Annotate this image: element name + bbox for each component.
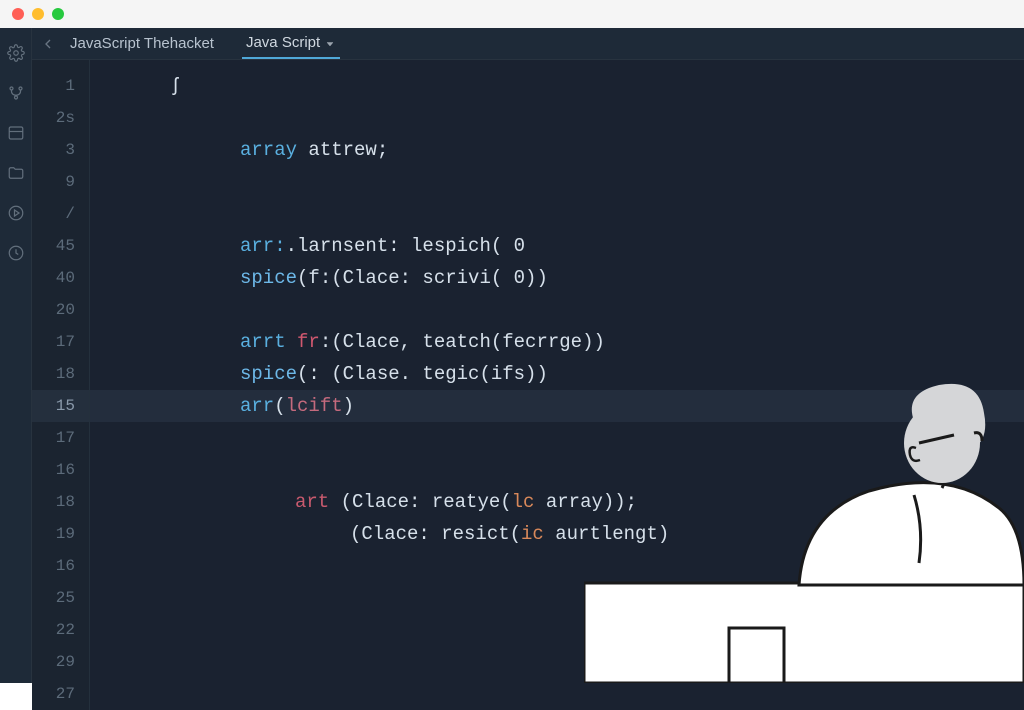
line-number: 20 [32, 294, 89, 326]
code-line[interactable] [90, 422, 1024, 454]
code-line[interactable]: spice(f:(Clace: scrivi( 0)) [90, 262, 1024, 294]
branch-icon[interactable] [7, 84, 25, 102]
code-line[interactable]: spice(: (Clase. tegic(ifs)) [90, 358, 1024, 390]
debug-icon[interactable] [7, 204, 25, 222]
line-number: 9 [32, 166, 89, 198]
code-line[interactable] [90, 294, 1024, 326]
line-number: 45 [32, 230, 89, 262]
code-line[interactable]: (Clace: resict(ic aurtlengt) [90, 518, 1024, 550]
line-number: 19 [32, 518, 89, 550]
activity-bar [0, 28, 32, 683]
code-line[interactable] [90, 102, 1024, 134]
code-line[interactable] [90, 646, 1024, 678]
line-number: 15 [32, 390, 89, 422]
settings-icon[interactable] [7, 44, 25, 62]
line-number: 17 [32, 422, 89, 454]
breadcrumb[interactable]: JavaScript Thehacket [70, 35, 214, 52]
history-icon[interactable] [7, 244, 25, 262]
code-line[interactable]: ʃ [90, 70, 1024, 102]
tab-bar: JavaScript Thehacket Java Script [32, 28, 1024, 60]
line-number: 1 [32, 70, 89, 102]
line-number: 29 [32, 646, 89, 678]
layout-icon[interactable] [7, 124, 25, 142]
line-number: 25 [32, 582, 89, 614]
code-editor[interactable]: ʃarray attrew;arr:.larnsent: lespich( 0s… [90, 60, 1024, 710]
chevron-down-icon[interactable] [324, 37, 336, 49]
line-number: 40 [32, 262, 89, 294]
line-number: 16 [32, 454, 89, 486]
code-line[interactable] [90, 198, 1024, 230]
code-line[interactable]: arr(lcift) [90, 390, 1024, 422]
window-titlebar [0, 0, 1024, 28]
maximize-window-icon[interactable] [52, 8, 64, 20]
line-number: 2s [32, 102, 89, 134]
code-line[interactable]: arr:.larnsent: lespich( 0 [90, 230, 1024, 262]
close-window-icon[interactable] [12, 8, 24, 20]
line-number: 17 [32, 326, 89, 358]
code-line[interactable]: art (Clace: reatye(lc array)); [90, 486, 1024, 518]
line-number: 18 [32, 358, 89, 390]
back-chevron-icon[interactable] [40, 36, 56, 52]
code-line[interactable] [90, 582, 1024, 614]
code-line[interactable] [90, 614, 1024, 646]
code-line[interactable] [90, 454, 1024, 486]
line-number: 18 [32, 486, 89, 518]
tab-label: Java Script [246, 34, 320, 51]
line-number: / [32, 198, 89, 230]
line-number: 16 [32, 550, 89, 582]
editor-body: 12s39/454020171815171618191625222927 ʃar… [32, 60, 1024, 710]
code-line[interactable] [90, 166, 1024, 198]
editor-main: JavaScript Thehacket Java Script 12s39/4… [32, 28, 1024, 683]
code-line[interactable]: array attrew; [90, 134, 1024, 166]
code-line[interactable] [90, 550, 1024, 582]
code-line[interactable]: arrt fr:(Clace, teatch(fecrrge)) [90, 326, 1024, 358]
tab-javascript[interactable]: Java Script [242, 28, 340, 59]
minimize-window-icon[interactable] [32, 8, 44, 20]
line-number: 22 [32, 614, 89, 646]
folder-icon[interactable] [7, 164, 25, 182]
line-number-gutter: 12s39/454020171815171618191625222927 [32, 60, 90, 710]
editor-window: JavaScript Thehacket Java Script 12s39/4… [0, 28, 1024, 683]
line-number: 3 [32, 134, 89, 166]
